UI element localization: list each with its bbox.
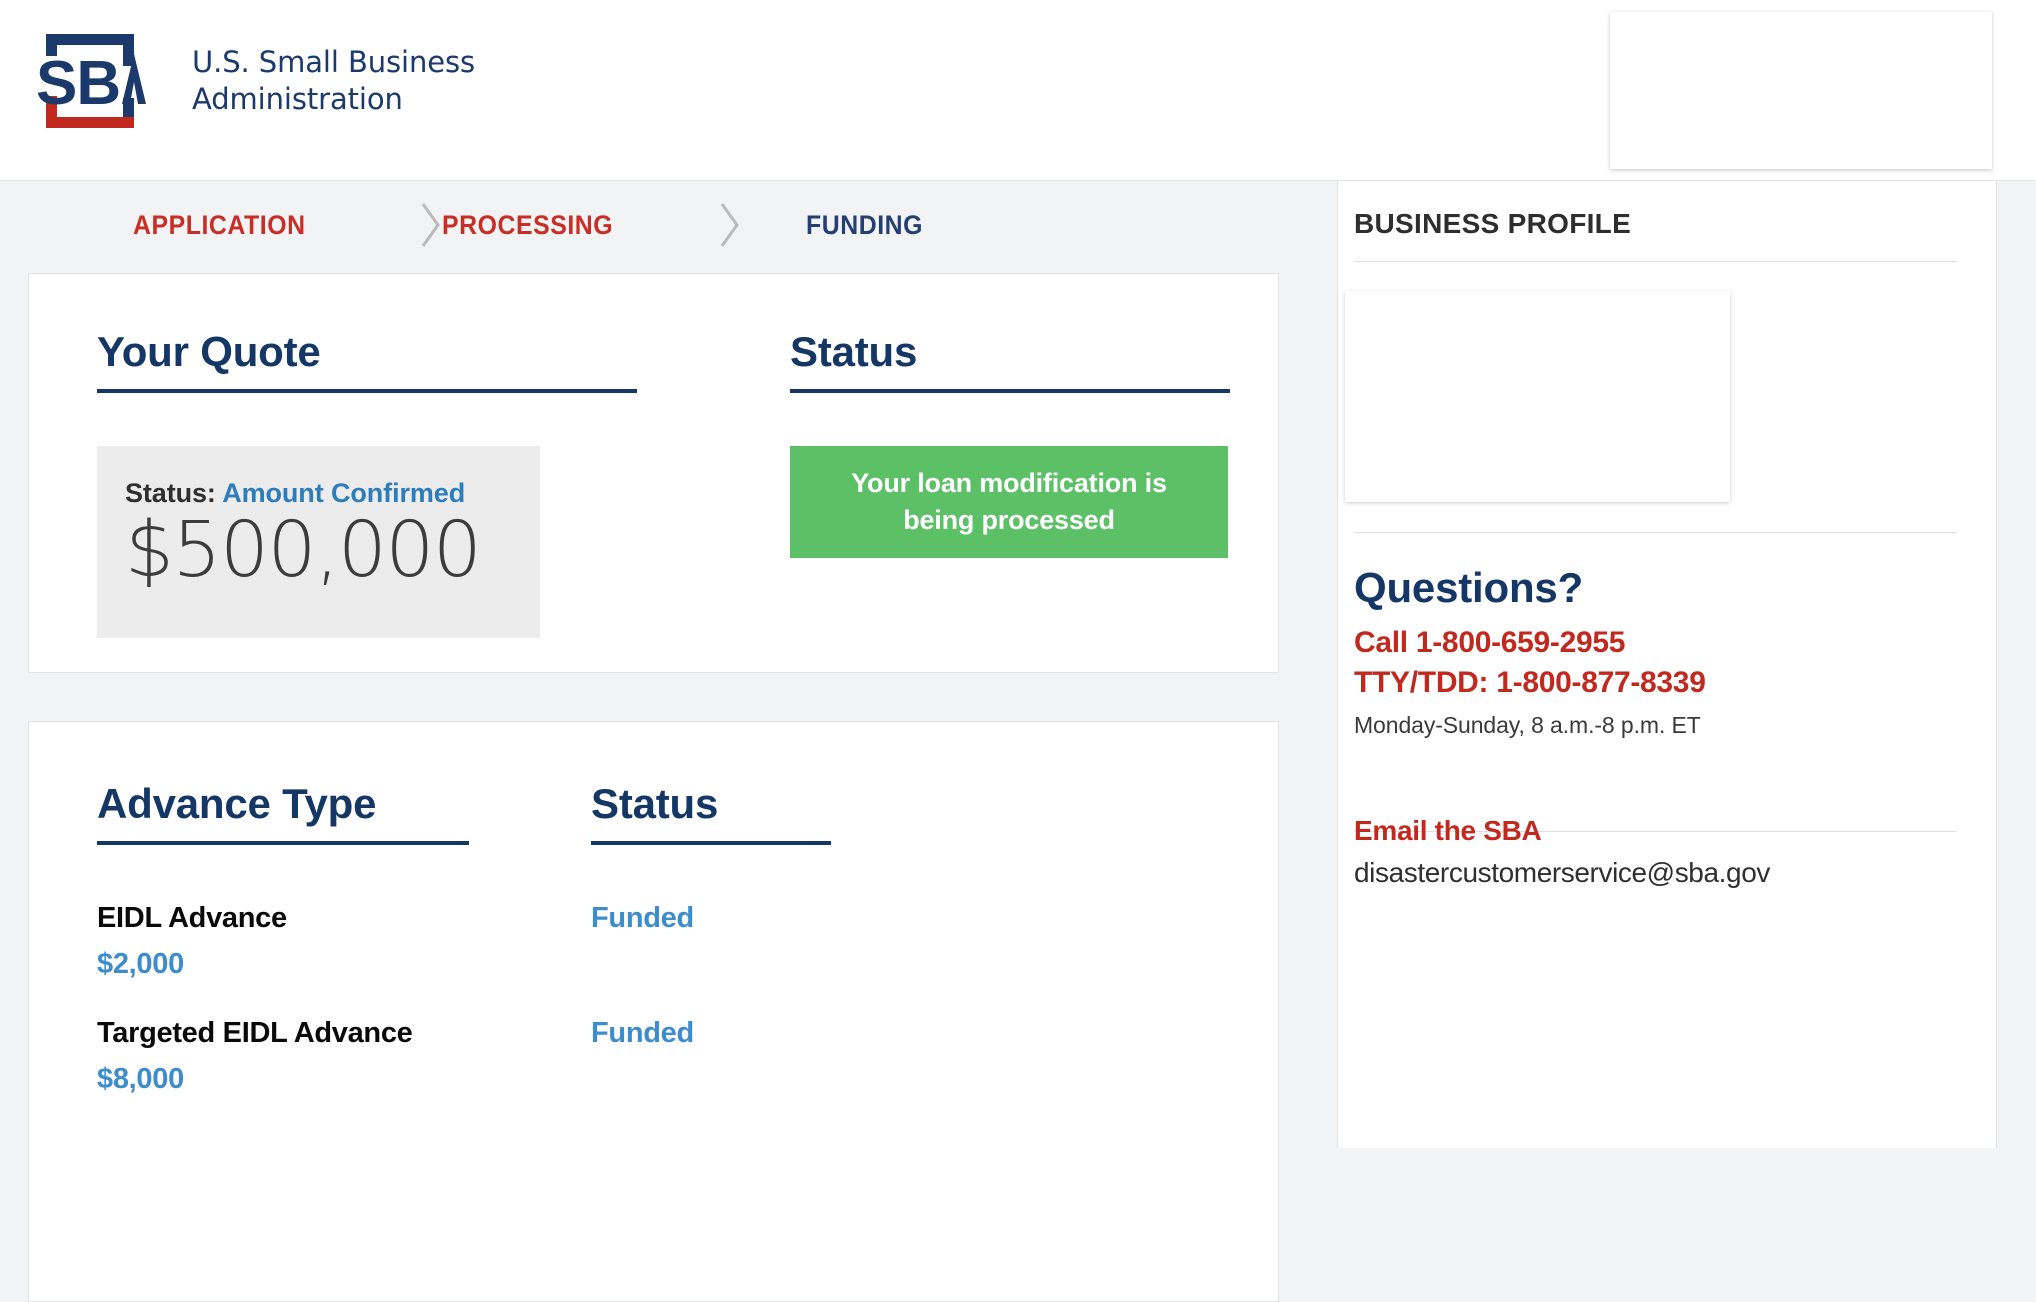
table-row: EIDL Advance $2,000 Funded [97,902,1197,1017]
right-gutter [1996,181,2036,1148]
advance-type-column-head: Advance Type [97,780,469,845]
status-heading: Status [790,328,1230,393]
sba-logo-icon: SB [36,34,146,128]
chevron-right-icon [720,203,739,247]
questions-heading: Questions? [1354,564,1584,611]
breadcrumb-step-funding[interactable]: FUNDING [806,210,923,241]
quote-heading: Your Quote [97,328,637,393]
advance-type-column-head-wrap: Advance Type [97,780,469,845]
quote-status-card: Your Quote Status: Amount Confirmed $500… [28,273,1279,673]
header-account-widget[interactable] [1610,12,1992,169]
body-area: APPLICATION PROCESSING FUNDING Your Quot… [0,181,2036,1302]
quote-status-label: Status: [125,478,216,508]
site-header: SB U.S. Small Business Administration [0,0,2036,181]
advance-status-column-head-wrap: Status [591,780,831,845]
quote-status-value: Amount Confirmed [222,478,466,508]
quote-amount-value: $500,000 [125,506,482,595]
chevron-right-icon [421,203,440,247]
email-sba-link[interactable]: Email the SBA [1354,815,1542,847]
page-root: SB U.S. Small Business Administration AP… [0,0,2036,1302]
advance-amount: $8,000 [97,1063,184,1095]
support-phone-tty[interactable]: TTY/TDD: 1-800-877-8339 [1354,666,1706,700]
business-profile-card[interactable] [1345,291,1730,502]
table-row: Targeted EIDL Advance $8,000 Funded [97,1017,1197,1132]
advance-status-badge: Funded [591,1017,694,1049]
agency-name: U.S. Small Business Administration [192,44,476,116]
advance-rows: EIDL Advance $2,000 Funded Targeted EIDL… [97,902,1197,1132]
advance-status-column-head: Status [591,780,831,845]
advance-amount: $2,000 [97,948,184,980]
sidebar-divider [1354,532,1957,533]
status-heading-wrap: Status [790,328,1230,393]
support-email-address[interactable]: disastercustomerservice@sba.gov [1354,857,1770,889]
sidebar-title: BUSINESS PROFILE [1354,208,1632,239]
breadcrumb-step-application[interactable]: APPLICATION [133,210,306,241]
main-column: APPLICATION PROCESSING FUNDING Your Quot… [0,181,1337,1302]
advance-table-card: Advance Type Status EIDL Advance $2,000 … [28,721,1279,1302]
progress-breadcrumb: APPLICATION PROCESSING FUNDING [0,181,1337,269]
advance-type-name: EIDL Advance [97,902,287,934]
sidebar-divider [1354,261,1957,262]
quote-status-line: Status: Amount Confirmed [125,478,540,509]
svg-text:SB: SB [36,49,120,118]
advance-type-name: Targeted EIDL Advance [97,1017,413,1049]
quote-heading-wrap: Your Quote [97,328,637,393]
advance-status-badge: Funded [591,902,694,934]
breadcrumb-step-processing[interactable]: PROCESSING [442,210,613,241]
support-phone-primary[interactable]: Call 1-800-659-2955 [1354,626,1625,660]
brand-lockup[interactable]: SB U.S. Small Business Administration [34,26,475,136]
quote-amount-box: Status: Amount Confirmed $500,000 [97,446,540,638]
business-profile-sidebar: BUSINESS PROFILE Questions? Call 1-800-6… [1337,181,1996,1148]
loan-status-banner: Your loan modification is being processe… [790,446,1228,558]
support-hours: Monday-Sunday, 8 a.m.-8 p.m. ET [1354,712,1701,738]
